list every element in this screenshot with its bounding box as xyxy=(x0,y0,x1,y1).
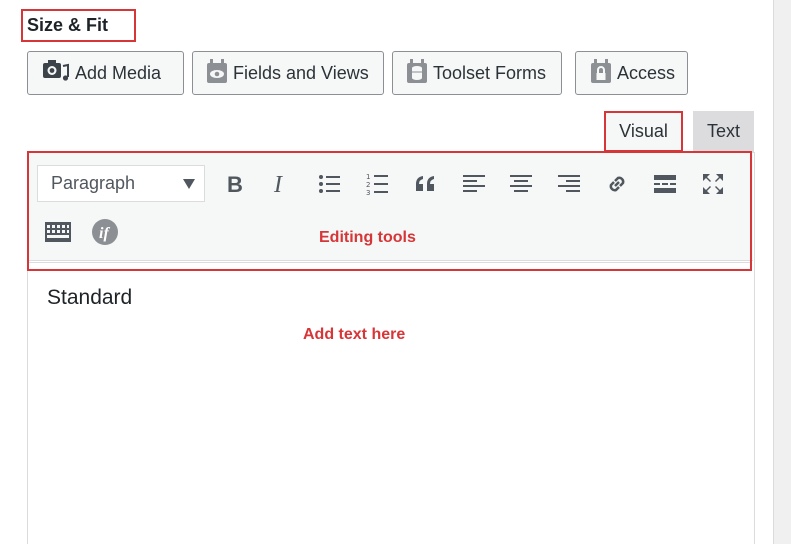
align-right-icon xyxy=(557,173,581,195)
italic-icon: I xyxy=(269,173,291,195)
add-media-label: Add Media xyxy=(75,62,162,83)
fields-views-icon xyxy=(205,57,229,90)
tab-visual[interactable]: Visual xyxy=(604,111,683,152)
access-label: Access xyxy=(617,62,676,83)
svg-text:2: 2 xyxy=(366,181,370,189)
right-panel-edge xyxy=(773,0,791,544)
toolbar-toggle-icon xyxy=(44,220,72,244)
bold-icon: B xyxy=(223,173,245,195)
conditional-if-icon: if xyxy=(91,218,119,246)
paragraph-format-select[interactable]: Paragraph xyxy=(37,165,205,202)
tab-text-label: Text xyxy=(706,121,740,141)
access-button[interactable]: Access xyxy=(575,51,688,95)
add-media-button[interactable]: Add Media xyxy=(27,51,184,95)
align-left-button[interactable] xyxy=(458,168,490,200)
camera-music-icon xyxy=(41,58,71,89)
section-title: Size & Fit xyxy=(27,15,109,35)
svg-text:3: 3 xyxy=(366,189,370,196)
lock-icon xyxy=(589,57,613,90)
chevron-down-icon xyxy=(183,179,195,189)
fields-and-views-label: Fields and Views xyxy=(233,62,369,83)
blockquote-icon xyxy=(414,173,438,195)
bulleted-list-icon xyxy=(318,173,342,195)
svg-text:1: 1 xyxy=(366,173,370,181)
fullscreen-icon xyxy=(701,172,725,196)
toolset-forms-label: Toolset Forms xyxy=(433,62,547,83)
italic-button[interactable]: I xyxy=(264,168,296,200)
numbered-list-icon: 1 2 3 xyxy=(366,172,390,196)
align-left-icon xyxy=(462,173,486,195)
align-center-button[interactable] xyxy=(505,168,537,200)
read-more-icon xyxy=(653,173,677,195)
insert-link-button[interactable] xyxy=(601,168,633,200)
editing-tools-annotation: Editing tools xyxy=(319,229,416,246)
align-right-button[interactable] xyxy=(553,168,585,200)
read-more-button[interactable] xyxy=(649,168,681,200)
bold-button[interactable]: B xyxy=(218,168,250,200)
toolbar-divider xyxy=(29,262,750,263)
toolset-forms-icon xyxy=(405,57,429,90)
link-icon xyxy=(604,171,630,197)
svg-text:B: B xyxy=(227,173,243,195)
toolbar-toggle-button[interactable] xyxy=(42,216,74,248)
tab-text[interactable]: Text xyxy=(693,111,754,152)
add-text-annotation: Add text here xyxy=(303,326,406,343)
editor-content-text[interactable]: Standard xyxy=(47,286,132,310)
fullscreen-button[interactable] xyxy=(697,168,729,200)
svg-text:if: if xyxy=(99,225,110,242)
blockquote-button[interactable] xyxy=(410,168,442,200)
format-select-value: Paragraph xyxy=(51,173,136,193)
tab-visual-label: Visual xyxy=(619,121,668,141)
fields-and-views-button[interactable]: Fields and Views xyxy=(192,51,384,95)
conditional-if-button[interactable]: if xyxy=(89,216,121,248)
align-center-icon xyxy=(509,173,533,195)
numbered-list-button[interactable]: 1 2 3 xyxy=(362,168,394,200)
svg-text:I: I xyxy=(273,173,283,195)
toolset-forms-button[interactable]: Toolset Forms xyxy=(392,51,562,95)
bulleted-list-button[interactable] xyxy=(314,168,346,200)
